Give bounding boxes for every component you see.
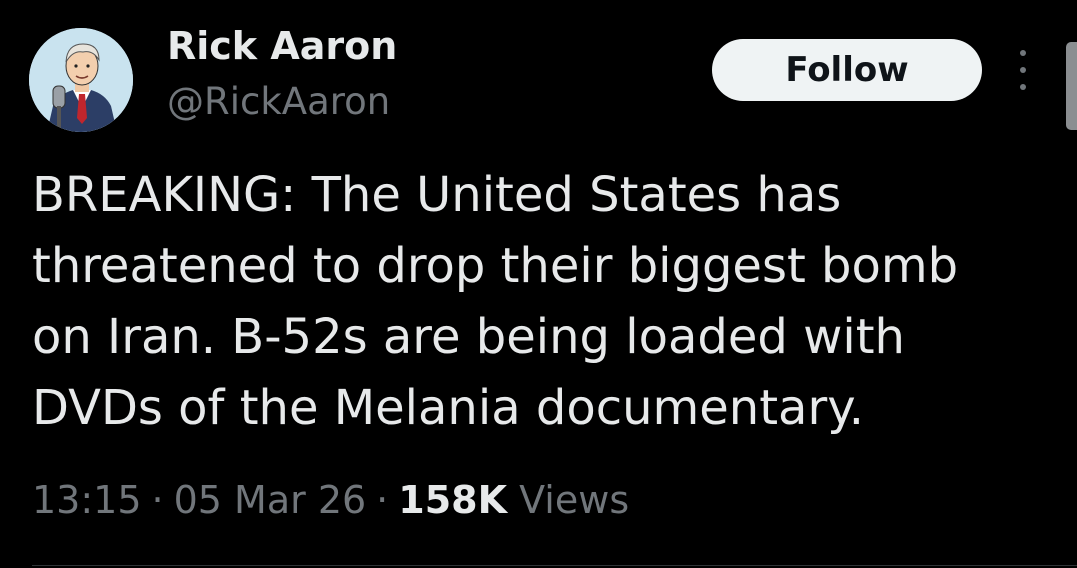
more-vertical-icon[interactable] (1012, 50, 1034, 90)
tweet-time[interactable]: 13:15 (32, 478, 142, 522)
avatar-illustration (29, 28, 133, 132)
scrollbar[interactable] (1066, 42, 1077, 130)
tweet-line: on Iran. B-52s are being loaded with (32, 309, 905, 365)
handle[interactable]: @RickAaron (167, 80, 390, 123)
tweet-meta: 13:15 · 05 Mar 26 · 158K Views (32, 478, 629, 522)
tweet-line: BREAKING: The United States has (32, 167, 842, 223)
display-name[interactable]: Rick Aaron (167, 24, 397, 68)
tweet-date[interactable]: 05 Mar 26 (174, 478, 367, 522)
more-dot (1020, 84, 1026, 90)
views-count[interactable]: 158K (398, 478, 507, 522)
tweet-line: threatened to drop their biggest bomb (32, 238, 959, 294)
tweet-line: DVDs of the Melania documentary. (32, 380, 865, 436)
meta-separator: · (151, 478, 164, 522)
divider (32, 565, 1077, 566)
follow-button[interactable]: Follow (712, 39, 982, 101)
meta-separator: · (376, 478, 389, 522)
views-label: Views (519, 478, 630, 522)
more-dot (1020, 67, 1026, 73)
more-dot (1020, 50, 1026, 56)
tweet-text: BREAKING: The United States has threaten… (32, 160, 1032, 444)
avatar[interactable] (29, 28, 133, 132)
